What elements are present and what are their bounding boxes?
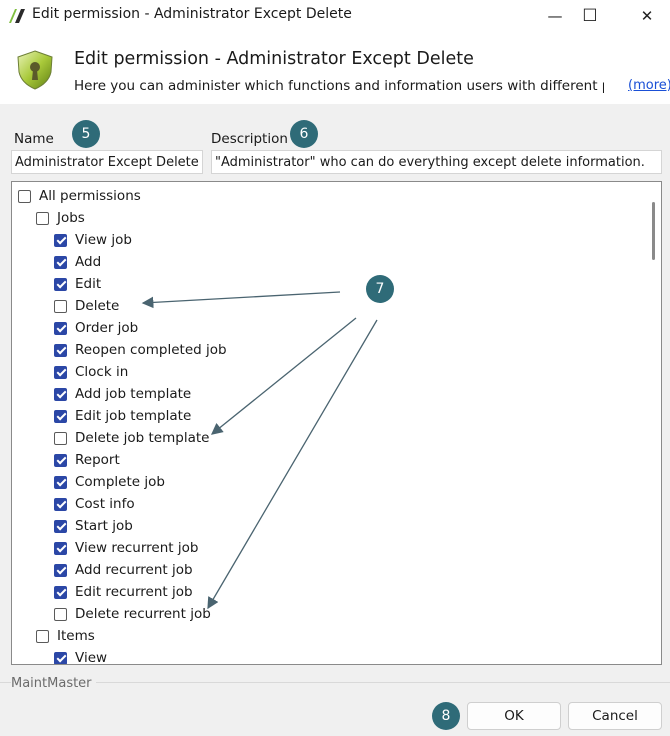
callout-7: 7 [366, 275, 394, 303]
ok-button[interactable]: OK [467, 702, 561, 730]
annotation-arrows [141, 291, 378, 610]
footer-divider [0, 682, 670, 683]
brand-label: MaintMaster [11, 676, 96, 691]
callout-8: 8 [432, 702, 460, 730]
cancel-button[interactable]: Cancel [568, 702, 662, 730]
